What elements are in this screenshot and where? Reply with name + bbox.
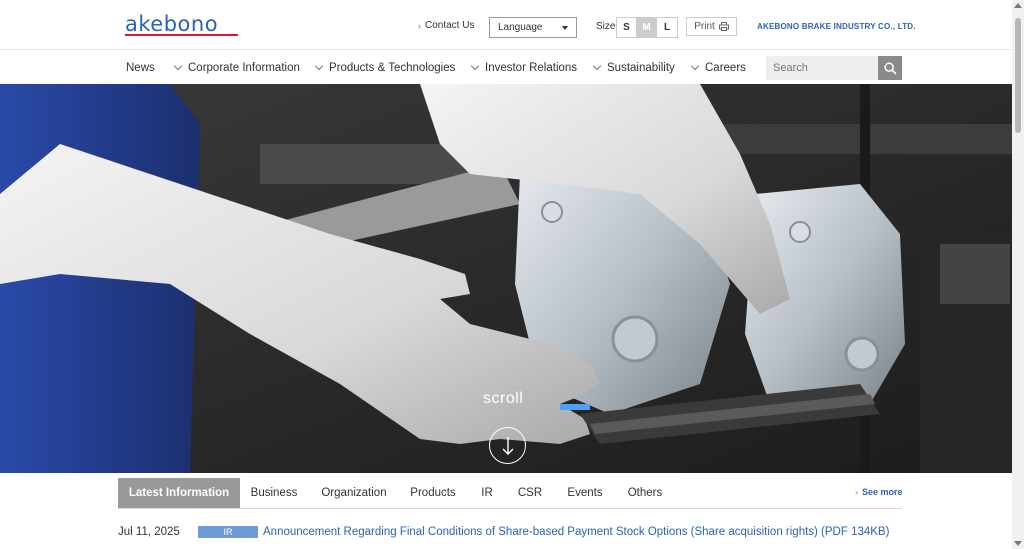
tab-business[interactable]: Business xyxy=(242,478,306,508)
chevron-right-icon: › xyxy=(855,487,858,497)
chevron-down-icon xyxy=(592,61,602,71)
size-label: Size xyxy=(596,21,616,32)
chevron-right-icon: › xyxy=(418,20,421,31)
chevron-down-icon xyxy=(470,61,480,71)
contact-us-label: Contact Us xyxy=(425,20,475,31)
see-more-link[interactable]: › See more xyxy=(855,487,903,497)
nav-careers[interactable]: Careers xyxy=(690,61,746,74)
scroll-down-button[interactable] xyxy=(489,427,526,464)
news-item: Jul 11, 2025 IR Announcement Regarding F… xyxy=(118,522,902,542)
nav-careers-label: Careers xyxy=(705,62,746,74)
tab-products[interactable]: Products xyxy=(402,478,464,508)
chevron-down-icon xyxy=(690,61,700,71)
tab-csr[interactable]: CSR xyxy=(510,478,550,508)
page-scrollbar[interactable] xyxy=(1012,0,1024,549)
akebono-logo[interactable]: akebono xyxy=(125,14,238,36)
nav-investor-relations-label: Investor Relations xyxy=(485,62,578,74)
arrow-down-icon xyxy=(502,436,513,455)
nav-sustainability[interactable]: Sustainability xyxy=(592,61,675,74)
scroll-up-arrow-icon[interactable] xyxy=(1014,3,1022,8)
print-button[interactable]: Print xyxy=(686,17,737,36)
tab-ir[interactable]: IR xyxy=(472,478,502,508)
search-input[interactable]: Search xyxy=(766,56,878,80)
printer-icon xyxy=(718,22,729,31)
scrollbar-thumb[interactable] xyxy=(1015,18,1021,133)
main-nav: News Corporate Information Products & Te… xyxy=(0,50,1012,84)
page: akebono › Contact Us Language Size S M L… xyxy=(0,0,1024,549)
hero-image-gloved-hands-brake-calipers xyxy=(0,84,1012,473)
nav-news[interactable]: News xyxy=(126,62,155,74)
language-label: Language xyxy=(498,22,543,33)
nav-products-technologies[interactable]: Products & Technologies xyxy=(314,61,456,74)
contact-us-link[interactable]: › Contact Us xyxy=(418,20,474,31)
tab-others[interactable]: Others xyxy=(620,478,670,508)
search-button[interactable] xyxy=(878,56,902,80)
logo-underline xyxy=(125,34,238,36)
see-more-label: See more xyxy=(862,487,903,497)
tab-organization[interactable]: Organization xyxy=(314,478,394,508)
search-icon xyxy=(883,61,897,75)
company-name[interactable]: AKEBONO BRAKE INDUSTRY CO., LTD. xyxy=(757,22,916,31)
font-size-selector: S M L xyxy=(616,17,678,38)
size-small-button[interactable]: S xyxy=(617,18,637,37)
nav-corporate-information[interactable]: Corporate Information xyxy=(173,61,300,74)
chevron-down-icon xyxy=(173,61,183,71)
news-date: Jul 11, 2025 xyxy=(118,526,180,538)
scroll-label: scroll xyxy=(483,390,524,407)
nav-sustainability-label: Sustainability xyxy=(607,62,675,74)
tab-latest-information[interactable]: Latest Information xyxy=(118,478,240,508)
nav-corporate-information-label: Corporate Information xyxy=(188,62,300,74)
news-title-link[interactable]: Announcement Regarding Final Conditions … xyxy=(263,526,889,538)
scroll-down-arrow-icon[interactable] xyxy=(1014,541,1022,546)
chevron-down-icon xyxy=(314,61,324,71)
caret-down-icon xyxy=(562,25,568,30)
news-tabs: Latest Information Business Organization… xyxy=(118,478,902,509)
tab-events[interactable]: Events xyxy=(558,478,612,508)
hero-banner: scroll xyxy=(0,84,1012,473)
nav-products-technologies-label: Products & Technologies xyxy=(329,62,456,74)
nav-investor-relations[interactable]: Investor Relations xyxy=(470,61,578,74)
size-large-button[interactable]: L xyxy=(657,18,677,37)
print-label: Print xyxy=(694,21,715,32)
nav-news-label: News xyxy=(126,62,155,74)
language-select[interactable]: Language xyxy=(489,17,577,38)
news-category-badge: IR xyxy=(198,526,258,538)
top-header: akebono › Contact Us Language Size S M L… xyxy=(0,0,1012,50)
size-medium-button[interactable]: M xyxy=(637,18,657,37)
logo-text: akebono xyxy=(125,12,219,36)
